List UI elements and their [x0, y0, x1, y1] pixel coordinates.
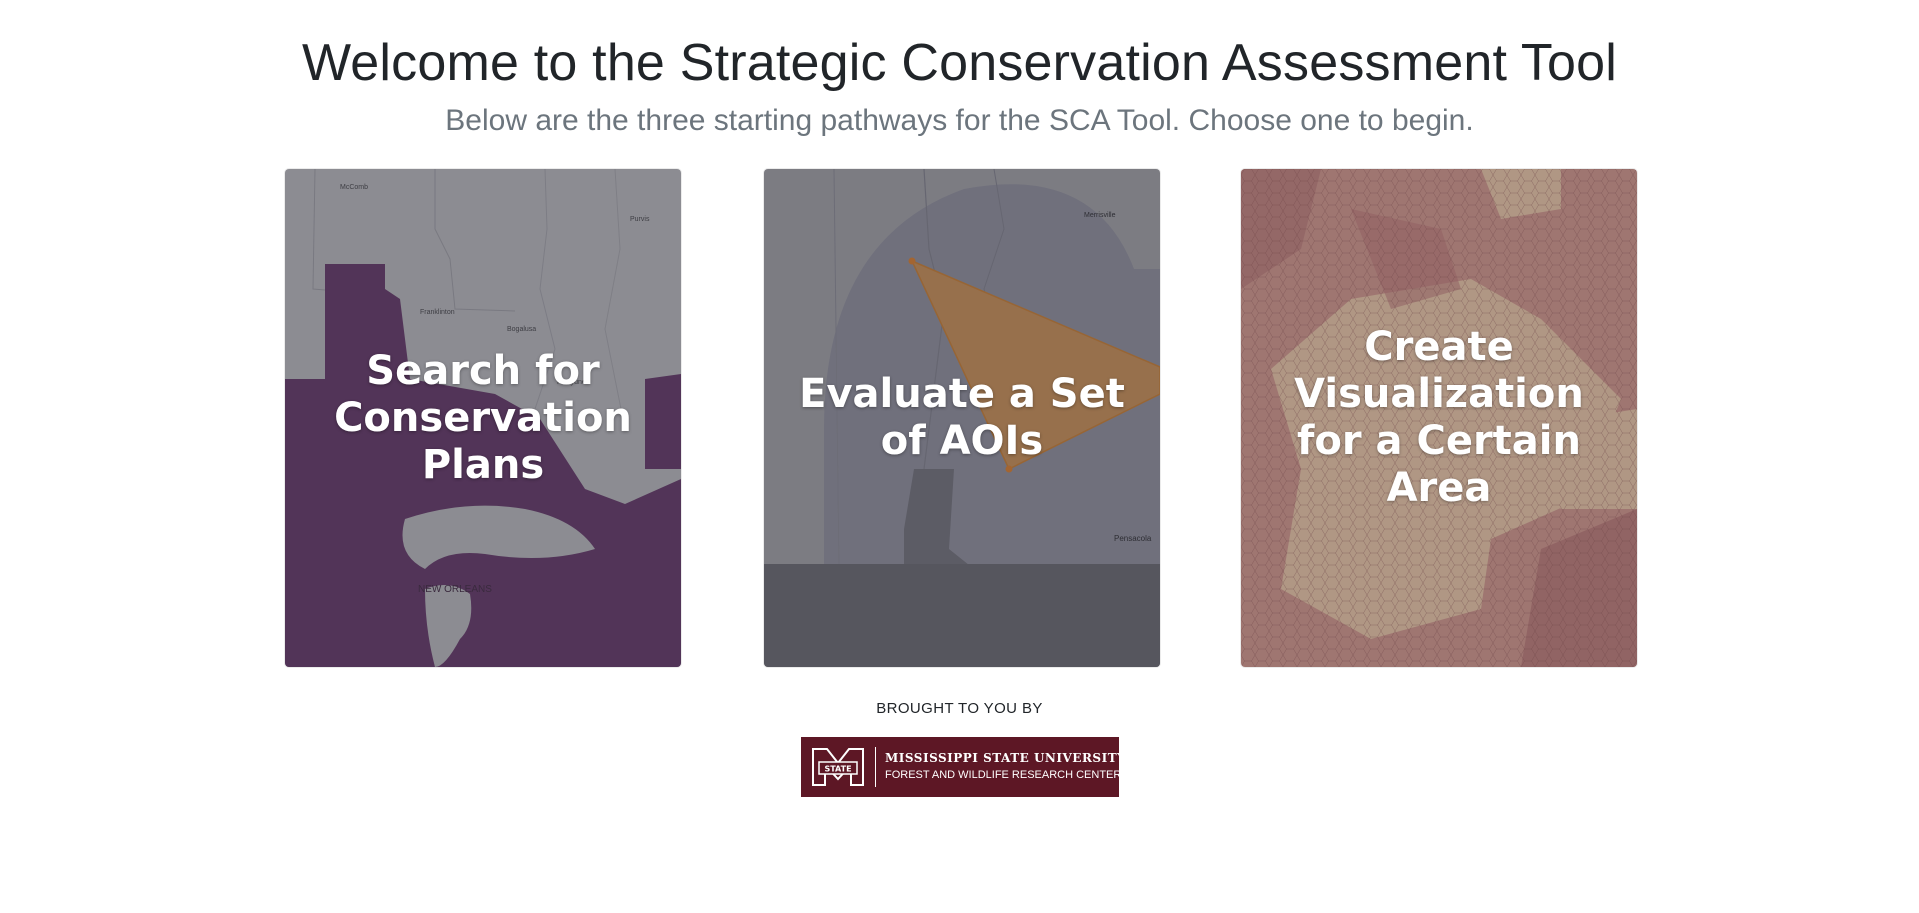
logo-university-name: MISSISSIPPI STATE UNIVERSITY: [885, 751, 1127, 765]
msu-logo[interactable]: STATE MISSISSIPPI STATE UNIVERSITY FORES…: [801, 737, 1126, 797]
search-plans-card[interactable]: McComb Purvis Franklinton Bogalusa Picay…: [285, 169, 681, 667]
brought-to-you-by: BROUGHT TO YOU BY: [876, 700, 1043, 717]
landing-page: Welcome to the Strategic Conservation As…: [0, 0, 1919, 913]
msu-m-state-logo-icon: STATE: [812, 748, 864, 786]
create-visualization-card[interactable]: Create Visualization for a Certain Area: [1241, 169, 1637, 667]
page-subtitle: Below are the three starting pathways fo…: [445, 104, 1474, 137]
evaluate-aois-card[interactable]: Merrisville Pensacola Evaluate a Set of …: [764, 169, 1160, 667]
pathway-cards: McComb Purvis Franklinton Bogalusa Picay…: [285, 169, 1637, 667]
logo-divider: [875, 747, 876, 787]
search-plans-label: Search for Conservation Plans: [334, 347, 632, 488]
logo-mark-text: STATE: [824, 765, 851, 774]
logo-center-name: FOREST AND WILDLIFE RESEARCH CENTER: [885, 769, 1122, 781]
evaluate-aois-label: Evaluate a Set of AOIs: [799, 371, 1125, 464]
create-visualization-label: Create Visualization for a Certain Area: [1294, 324, 1584, 511]
page-title: Welcome to the Strategic Conservation As…: [301, 34, 1618, 92]
